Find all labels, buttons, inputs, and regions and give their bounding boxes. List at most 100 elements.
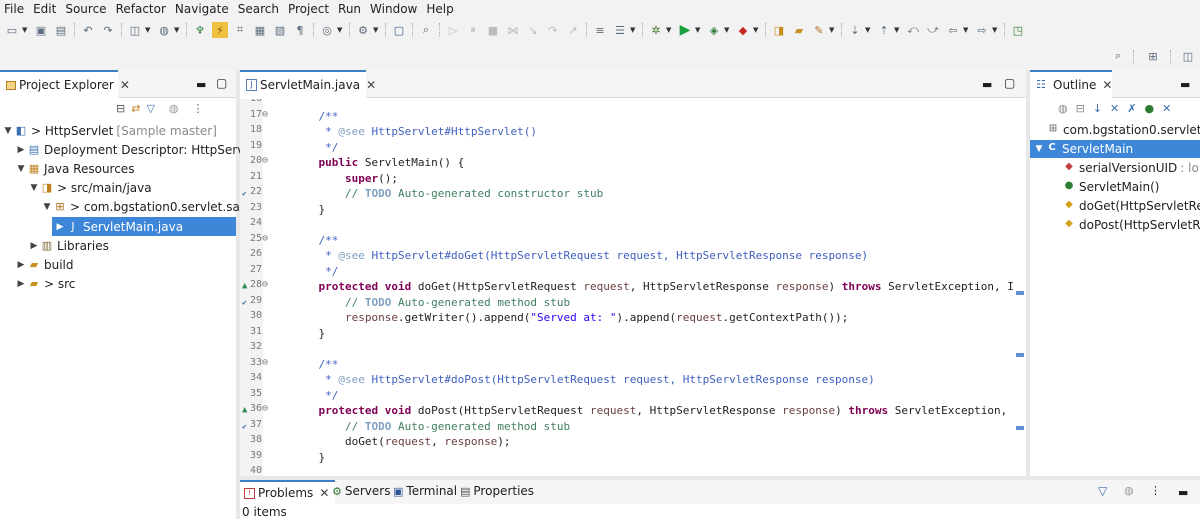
focus-icon[interactable]: ◍ [1124, 484, 1134, 497]
save-all-icon[interactable]: ▤ [53, 22, 69, 38]
undo-icon[interactable]: ↶ [80, 22, 96, 38]
maximize-icon[interactable]: ▢ [216, 76, 227, 90]
java-ee-perspective-icon[interactable]: ◫ [1180, 48, 1196, 64]
menu-source[interactable]: Source [61, 2, 111, 16]
tab-project-explorer[interactable]: Project Explorer ✕ [0, 70, 130, 98]
close-icon[interactable]: ✕ [1102, 78, 1112, 92]
disconnect-icon[interactable]: ⋈ [505, 22, 521, 38]
close-icon[interactable]: ✕ [319, 486, 329, 500]
tree-item[interactable]: ▶ ▰ build [15, 255, 74, 274]
open-folder-icon[interactable]: ▰ [791, 22, 807, 38]
task-marker-icon[interactable]: ✔ [242, 189, 247, 198]
task-icon[interactable]: ☰ [612, 22, 628, 38]
tab-properties[interactable]: ▤ Properties [460, 484, 534, 498]
code-line[interactable]: super(); [292, 171, 398, 187]
hide-fields-icon[interactable]: ✕ [1110, 102, 1119, 115]
globe-icon[interactable]: ◍ [156, 22, 172, 38]
minimize-icon[interactable]: ▬ [982, 78, 992, 91]
collapse-all-icon[interactable]: ⊟ [116, 102, 125, 115]
menu-window[interactable]: Window [366, 2, 422, 16]
collapse-all-icon[interactable]: ⊟ [1076, 102, 1085, 115]
code-line[interactable]: /** [292, 233, 338, 249]
chevron-down-icon[interactable]: ▼ [865, 26, 872, 34]
tab-servers[interactable]: ⚙ Servers [332, 484, 390, 498]
minimize-icon[interactable]: ▬ [1178, 486, 1188, 499]
hide-local-types-icon[interactable]: ✕ [1162, 102, 1171, 115]
search-icon[interactable]: ⌕ [418, 22, 434, 38]
pilcrow-icon[interactable]: ¶ [292, 22, 308, 38]
chevron-right-icon[interactable]: ▶ [54, 222, 66, 232]
override-marker-icon[interactable]: ▲ [242, 405, 247, 415]
menu-refactor[interactable]: Refactor [112, 2, 171, 16]
focus-icon[interactable]: ◍ [1058, 102, 1068, 115]
chevron-down-icon[interactable]: ▼ [41, 202, 53, 212]
search-icon[interactable]: ⌕ [1110, 48, 1126, 64]
sort-icon[interactable]: ↓ [1093, 102, 1102, 115]
chevron-down-icon[interactable]: ▼ [2, 126, 14, 136]
task-marker-icon[interactable]: ✔ [242, 298, 247, 307]
prev-annotation-icon[interactable]: ⇡ [876, 22, 892, 38]
code-line[interactable]: doGet(request, response); [292, 434, 511, 450]
filter-icon[interactable]: ▽ [1098, 484, 1107, 498]
back-history-icon[interactable]: ⤻ [925, 22, 941, 38]
step-over-icon[interactable]: ↷ [545, 22, 561, 38]
server-icon[interactable]: ⚙ [355, 22, 371, 38]
tab-servletmain-java[interactable]: J ServletMain.java ✕ [240, 70, 376, 98]
step-return-icon[interactable]: ↗ [565, 22, 581, 38]
code-line[interactable]: /** [292, 109, 338, 125]
tab-terminal[interactable]: ▣ Terminal [393, 484, 457, 498]
filter-icon[interactable]: ▽ [146, 102, 154, 115]
new-wizard-icon[interactable]: ◫ [127, 22, 143, 38]
chevron-down-icon[interactable]: ▼ [753, 26, 760, 34]
hide-static-icon[interactable]: ✗ [1127, 102, 1136, 115]
chevron-down-icon[interactable]: ▼ [145, 26, 152, 34]
code-line[interactable]: */ [292, 264, 338, 280]
code-line[interactable]: */ [292, 140, 338, 156]
outline-item[interactable]: ◆ serialVersionUID: long [1062, 159, 1200, 177]
code-line[interactable]: /** [292, 357, 338, 373]
menu-search[interactable]: Search [234, 2, 284, 16]
menu-edit[interactable]: Edit [29, 2, 61, 16]
step-into-icon[interactable]: ↘ [525, 22, 541, 38]
tree-item[interactable]: ▼ ◧ > HttpServlet [Sample master] [2, 121, 217, 140]
code-line[interactable]: protected void doPost(HttpServletRequest… [292, 403, 1027, 419]
ruler-mark[interactable] [1016, 426, 1024, 430]
tree-item[interactable]: ▶ J ServletMain.java [52, 217, 236, 236]
link-with-editor-icon[interactable]: ⇄ [131, 102, 140, 115]
close-icon[interactable]: ✕ [366, 78, 376, 92]
terminal-icon[interactable]: ▢ [391, 22, 407, 38]
chevron-down-icon[interactable]: ▼ [992, 26, 999, 34]
tree-item[interactable]: ▼ ◨ > src/main/java [28, 179, 152, 198]
list-icon[interactable]: ≡ [592, 22, 608, 38]
external-tools-icon[interactable]: ◆ [735, 22, 751, 38]
chevron-down-icon[interactable]: ▼ [373, 26, 380, 34]
code-line[interactable]: * @see HttpServlet#doPost(HttpServletReq… [292, 372, 875, 388]
chevron-down-icon[interactable]: ▼ [174, 26, 181, 34]
code-line[interactable]: * @see HttpServlet#HttpServlet() [292, 124, 537, 140]
code-line[interactable]: public ServletMain() { [292, 155, 465, 171]
code-line[interactable]: // TODO Auto-generated constructor stub [292, 186, 603, 202]
code-line[interactable]: } [292, 450, 325, 466]
tab-outline[interactable]: ☷ Outline ✕ [1030, 70, 1112, 98]
chevron-down-icon[interactable]: ▼ [829, 26, 836, 34]
chevron-down-icon[interactable]: ▼ [724, 26, 731, 34]
toggle-icon[interactable]: ⌗ [232, 22, 248, 38]
block-select-icon[interactable]: ▦ [252, 22, 268, 38]
save-icon[interactable]: ▣ [33, 22, 49, 38]
outline-item[interactable]: ▼ C ServletMain [1030, 140, 1200, 158]
chevron-down-icon[interactable]: ▼ [28, 183, 40, 193]
code-line[interactable]: response.getWriter().append("Served at: … [292, 310, 848, 326]
code-line[interactable]: */ [292, 388, 338, 404]
highlight-icon[interactable]: ⚡ [212, 22, 228, 38]
chevron-down-icon[interactable]: ▼ [695, 26, 702, 34]
tab-problems[interactable]: ! Problems ✕ [240, 480, 335, 504]
chevron-down-icon[interactable]: ▼ [963, 26, 970, 34]
tree-item[interactable]: ▶ ▰ > src [15, 275, 76, 294]
code-line[interactable]: } [292, 326, 325, 342]
terminate-icon[interactable]: ■ [485, 22, 501, 38]
open-perspective-icon[interactable]: ◳ [1010, 22, 1026, 38]
coverage-icon[interactable]: ◈ [706, 22, 722, 38]
run-icon[interactable]: ▶ [677, 22, 693, 38]
outline-item[interactable]: ⊞ com.bgstation0.servlet.sar [1046, 121, 1200, 139]
code-line[interactable]: // TODO Auto-generated method stub [292, 419, 570, 435]
